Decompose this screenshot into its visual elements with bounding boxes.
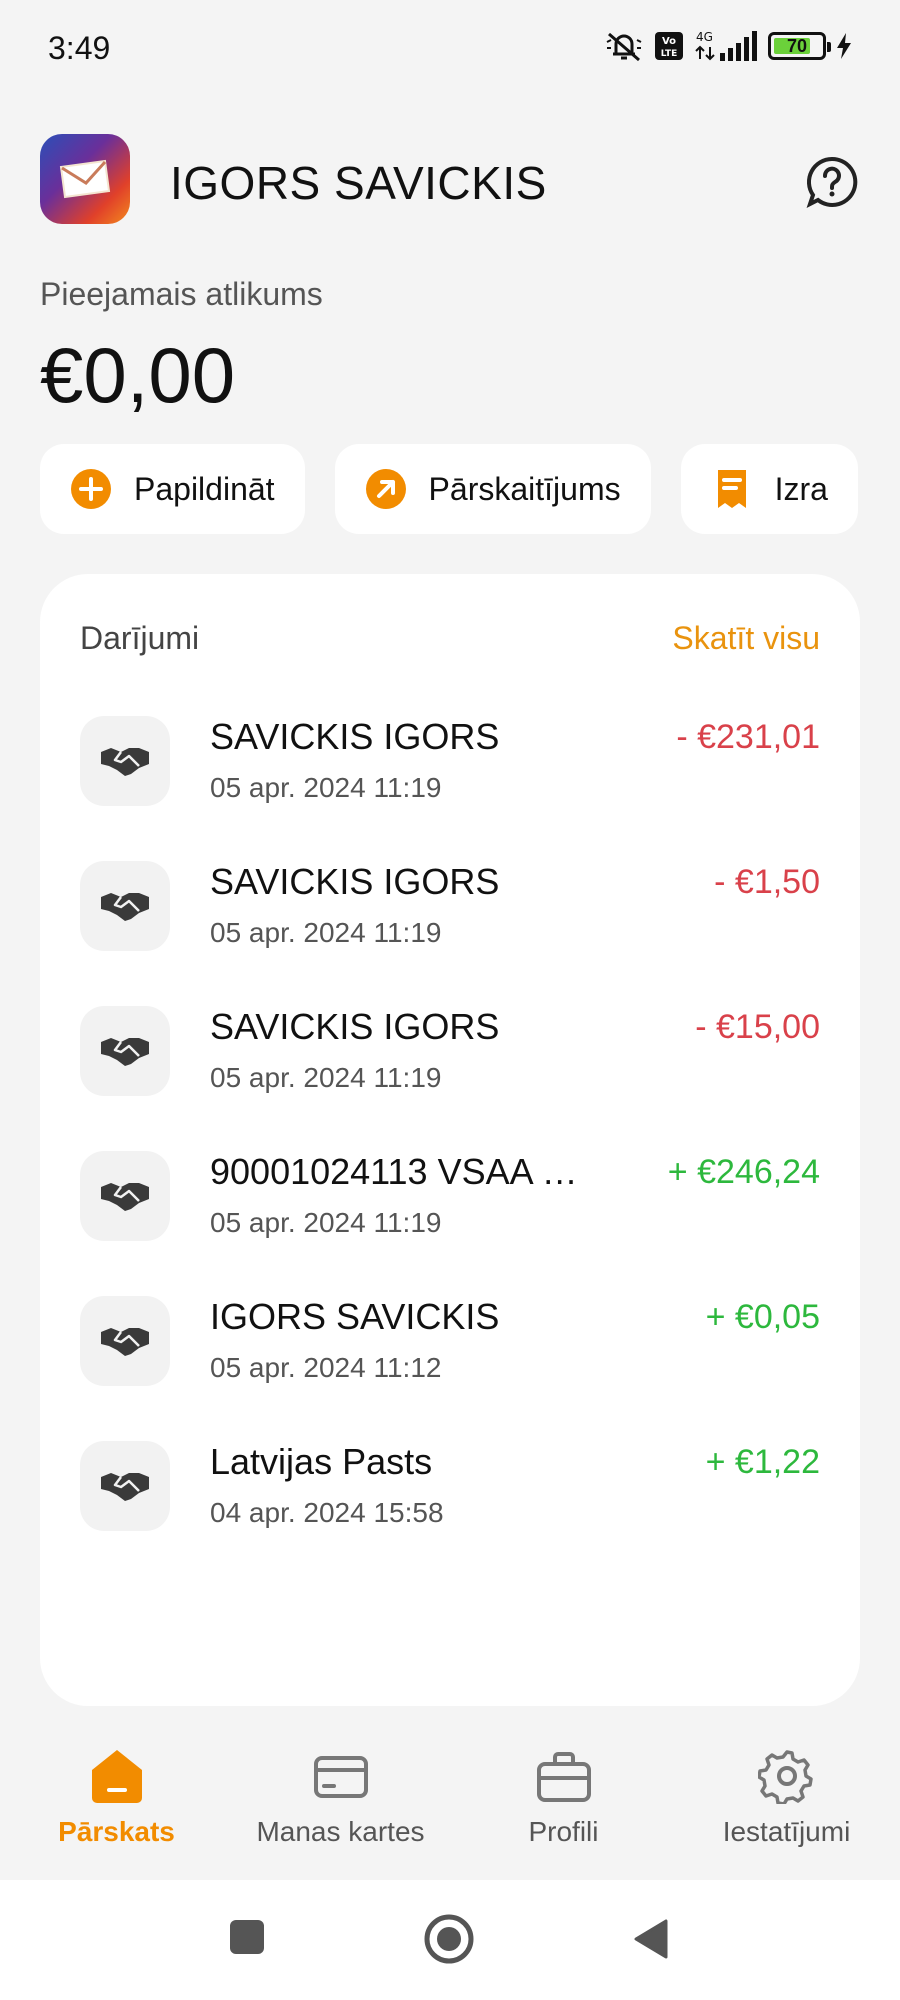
- battery-icon: 70: [768, 32, 831, 60]
- transactions-title: Darījumi: [80, 620, 200, 656]
- transfer-button[interactable]: Pārskaitījums: [334, 444, 651, 534]
- receipt-icon: [711, 468, 753, 510]
- home-icon: [91, 1750, 142, 1803]
- transaction-date: 05 apr. 2024 11:19: [210, 772, 442, 803]
- home-button[interactable]: [424, 1914, 474, 1969]
- envelope-icon: [59, 159, 111, 199]
- handshake-icon: [80, 1296, 170, 1386]
- charging-icon: [837, 33, 851, 59]
- nav-item-cards[interactable]: Manas kartes: [228, 1748, 453, 1848]
- nav-item-profiles[interactable]: Profili: [451, 1748, 676, 1848]
- nav-label-overview: Pārskats: [58, 1816, 175, 1847]
- app-logo: [40, 134, 130, 224]
- transaction-name: 90001024113 VSAA …: [210, 1151, 578, 1192]
- transaction-name: SAVICKIS IGORS: [210, 861, 500, 902]
- status-time: 3:49: [48, 30, 111, 66]
- bottom-nav: Pārskats Manas kartes Profili Iestatījum…: [0, 1748, 900, 1880]
- statement-label: Izra: [774, 470, 828, 507]
- handshake-icon: [80, 1151, 170, 1241]
- top-up-label: Papildināt: [134, 470, 275, 507]
- svg-text:Vo: Vo: [662, 36, 676, 47]
- transaction-row[interactable]: Latvijas Pasts 04 apr. 2024 15:58 + €1,2…: [80, 1441, 820, 1586]
- transaction-date: 05 apr. 2024 11:19: [210, 917, 442, 948]
- user-name: IGORS SAVICKIS: [170, 157, 547, 209]
- transaction-name: SAVICKIS IGORS: [210, 1006, 500, 1047]
- silent-bell-icon: [606, 32, 642, 62]
- balance-label: Pieejamais atlikums: [40, 276, 323, 312]
- status-icons: Vo LTE 4G 70: [604, 28, 852, 64]
- handshake-icon: [80, 861, 170, 951]
- nav-label-cards: Manas kartes: [256, 1816, 425, 1847]
- transaction-name: IGORS SAVICKIS: [210, 1296, 500, 1337]
- transactions-list: SAVICKIS IGORS 05 apr. 2024 11:19 - €231…: [80, 716, 820, 1586]
- transfer-label: Pārskaitījums: [428, 470, 621, 507]
- transaction-row[interactable]: SAVICKIS IGORS 05 apr. 2024 11:19 - €231…: [80, 716, 820, 861]
- transaction-name: SAVICKIS IGORS: [210, 716, 500, 757]
- recents-button[interactable]: [228, 1918, 266, 1961]
- battery-level: 70: [786, 35, 808, 56]
- card-icon: [313, 1756, 368, 1798]
- transaction-amount: + €0,05: [705, 1298, 820, 1336]
- svg-text:4G: 4G: [696, 30, 713, 44]
- nav-label-profiles: Profili: [528, 1816, 599, 1847]
- transaction-date: 05 apr. 2024 11:19: [210, 1062, 442, 1093]
- transaction-date: 05 apr. 2024 11:19: [210, 1207, 442, 1238]
- transaction-date: 05 apr. 2024 11:12: [210, 1352, 442, 1383]
- transaction-amount: - €15,00: [695, 1008, 820, 1046]
- system-nav-bar: [0, 1880, 900, 2000]
- transactions-card: Darījumi Skatīt visu SAVICKIS IGORS 05 a…: [40, 574, 860, 1706]
- transaction-amount: - €1,50: [714, 863, 820, 901]
- circle-icon: [424, 1914, 474, 1964]
- svg-text:LTE: LTE: [661, 49, 678, 59]
- status-bar: 3:49 Vo LTE 4G 70: [0, 0, 900, 100]
- signal-icon: 4G: [695, 30, 757, 61]
- header: IGORS SAVICKIS: [40, 134, 860, 226]
- question-circle-icon: [806, 156, 858, 208]
- arrow-up-right-icon: [365, 468, 407, 510]
- gear-icon: [757, 1750, 813, 1804]
- nav-item-overview[interactable]: Pārskats: [4, 1748, 229, 1848]
- transaction-row[interactable]: IGORS SAVICKIS 05 apr. 2024 11:12 + €0,0…: [80, 1296, 820, 1441]
- transaction-name: Latvijas Pasts: [210, 1441, 433, 1482]
- transaction-row[interactable]: 90001024113 VSAA … 05 apr. 2024 11:19 + …: [80, 1151, 820, 1296]
- back-button[interactable]: [632, 1918, 670, 1965]
- transaction-amount: + €1,22: [705, 1443, 820, 1481]
- transaction-row[interactable]: SAVICKIS IGORS 05 apr. 2024 11:19 - €1,5…: [80, 861, 820, 1006]
- handshake-icon: [80, 1006, 170, 1096]
- balance-amount: €0,00: [40, 331, 236, 419]
- back-triangle-icon: [634, 1919, 668, 1959]
- help-button[interactable]: [804, 154, 860, 210]
- top-up-button[interactable]: Papildināt: [40, 444, 305, 534]
- nav-item-settings[interactable]: Iestatījumi: [674, 1748, 899, 1848]
- handshake-icon: [80, 716, 170, 806]
- square-icon: [230, 1920, 264, 1954]
- volte-icon: Vo LTE: [655, 32, 683, 60]
- plus-circle-icon: [70, 468, 112, 510]
- handshake-icon: [80, 1441, 170, 1531]
- briefcase-icon: [536, 1752, 591, 1802]
- transaction-date: 04 apr. 2024 15:58: [210, 1497, 444, 1528]
- transaction-amount: + €246,24: [667, 1153, 820, 1191]
- transaction-row[interactable]: SAVICKIS IGORS 05 apr. 2024 11:19 - €15,…: [80, 1006, 820, 1151]
- quick-actions: Papildināt Pārskaitījums Izra: [40, 444, 900, 534]
- statement-button[interactable]: Izra: [680, 444, 858, 534]
- nav-label-settings: Iestatījumi: [722, 1816, 851, 1847]
- view-all-link[interactable]: Skatīt visu: [672, 620, 820, 657]
- transaction-amount: - €231,01: [676, 718, 820, 756]
